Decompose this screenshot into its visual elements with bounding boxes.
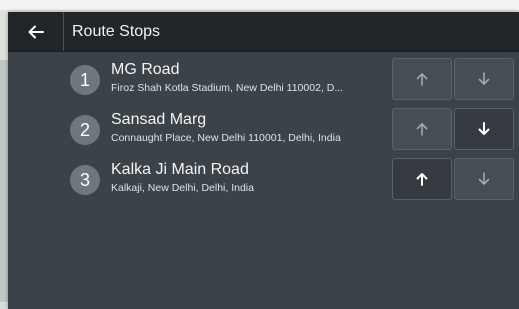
map-label-strip	[0, 0, 519, 10]
stop-address: Connaught Place, New Delhi 110001, Delhi…	[111, 132, 341, 144]
move-down-button[interactable]	[454, 108, 514, 150]
stop-name: MG Road	[111, 61, 180, 78]
stop-number-badge: 1	[70, 65, 100, 95]
move-down-button[interactable]	[454, 158, 514, 200]
back-button[interactable]	[8, 12, 64, 51]
move-up-button[interactable]	[392, 108, 452, 150]
arrow-left-icon	[28, 25, 44, 39]
arrow-down-icon	[477, 72, 491, 86]
stop-row-1: 1 MG Road Firoz Shah Kotla Stadium, New …	[8, 58, 519, 102]
stop-row-3: 3 Kalka Ji Main Road Kalkaji, New Delhi,…	[8, 158, 519, 202]
route-stops-panel: Route Stops 1 MG Road Firoz Shah Kotla S…	[8, 12, 519, 309]
stop-address: Firoz Shah Kotla Stadium, New Delhi 1100…	[111, 82, 344, 94]
map-road	[0, 60, 8, 309]
arrow-up-icon	[415, 72, 429, 86]
arrow-down-icon	[477, 172, 491, 186]
move-up-button[interactable]	[392, 158, 452, 200]
stop-name: Kalka Ji Main Road	[111, 161, 249, 178]
arrow-up-icon	[415, 172, 429, 186]
move-up-button[interactable]	[392, 58, 452, 100]
stop-number-badge: 2	[70, 115, 100, 145]
stop-number-badge: 3	[70, 165, 100, 195]
move-down-button[interactable]	[454, 58, 514, 100]
stop-address: Kalkaji, New Delhi, Delhi, India	[111, 182, 254, 194]
stop-name: Sansad Marg	[111, 111, 207, 128]
stop-row-2: 2 Sansad Marg Connaught Place, New Delhi…	[8, 108, 519, 152]
panel-header: Route Stops	[8, 12, 519, 52]
arrow-down-icon	[477, 122, 491, 136]
arrow-up-icon	[415, 122, 429, 136]
page-title: Route Stops	[72, 23, 161, 40]
